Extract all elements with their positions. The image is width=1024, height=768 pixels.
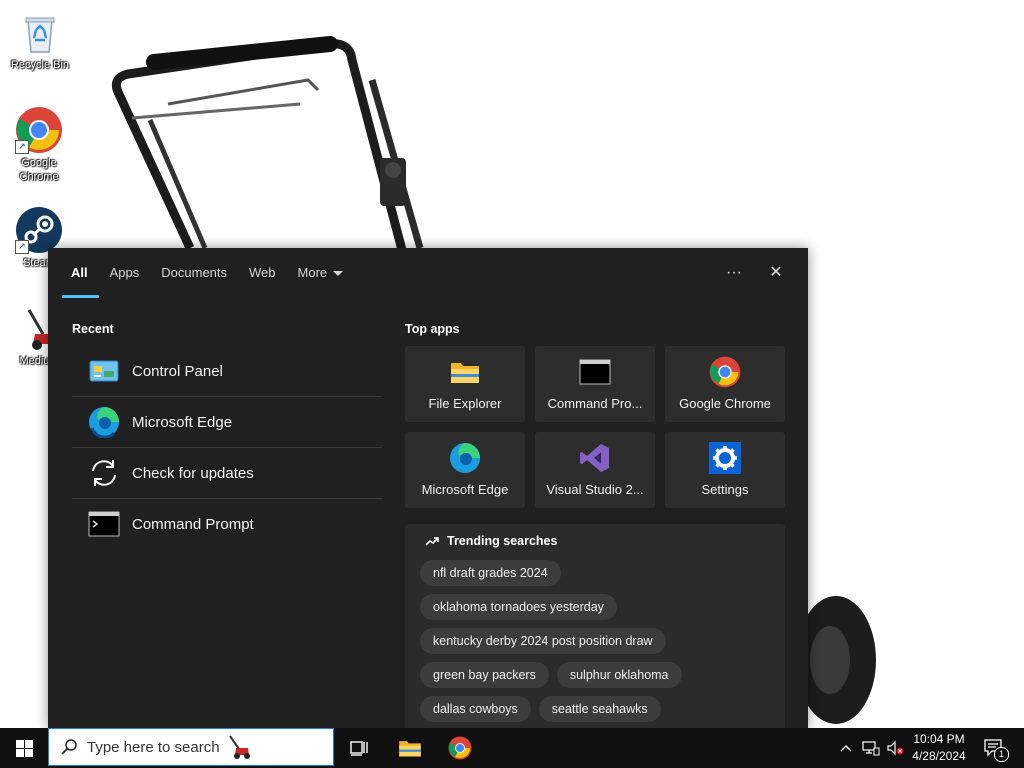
recent-item-label: Command Prompt (132, 515, 254, 533)
steam-icon: ↗ (15, 206, 63, 254)
start-button[interactable] (0, 728, 48, 768)
tab-apps[interactable]: Apps (99, 258, 151, 298)
folder-icon (399, 741, 421, 757)
command-prompt-icon (579, 356, 611, 388)
command-prompt-icon (88, 508, 120, 540)
recent-item-label: Control Panel (132, 362, 223, 380)
sync-icon (88, 457, 120, 489)
taskbar-clock[interactable]: 10:04 PM 4/28/2024 (902, 731, 976, 765)
top-apps-heading: Top apps (405, 322, 460, 336)
control-panel-icon (88, 355, 120, 387)
taskbar-search-box[interactable] (48, 728, 334, 766)
chrome-icon (448, 736, 472, 760)
lawnmower-search-highlight-icon (229, 735, 250, 759)
chrome-icon (709, 356, 741, 388)
chevron-up-icon (840, 745, 852, 752)
trending-chip[interactable]: oklahoma tornadoes yesterday (420, 594, 617, 620)
recent-item-microsoft-edge[interactable]: Microsoft Edge (72, 397, 382, 448)
tab-all[interactable]: All (60, 258, 99, 298)
recent-heading: Recent (72, 322, 114, 336)
taskbar: 10:04 PM 4/28/2024 1 (0, 728, 1024, 768)
recent-item-command-prompt[interactable]: Command Prompt (72, 499, 382, 549)
tab-more[interactable]: More (287, 258, 355, 298)
trending-heading: Trending searches (425, 534, 557, 548)
trending-chip[interactable]: nfl draft grades 2024 (420, 560, 561, 586)
recent-item-control-panel[interactable]: Control Panel (72, 346, 382, 397)
visual-studio-icon (579, 442, 611, 474)
top-apps-grid: File Explorer Command Pro... Google Chro… (405, 346, 785, 508)
app-tile-command-prompt[interactable]: Command Pro... (535, 346, 655, 422)
recent-item-label: Check for updates (132, 464, 254, 482)
folder-icon (449, 356, 481, 388)
notification-count-badge: 1 (994, 747, 1009, 762)
network-icon (862, 741, 880, 756)
close-button[interactable]: ✕ (761, 262, 791, 286)
task-view-icon (350, 741, 368, 756)
gear-icon (709, 442, 741, 474)
search-icon (61, 739, 77, 755)
app-tile-label: Google Chrome (679, 396, 771, 411)
app-tile-visual-studio[interactable]: Visual Studio 2... (535, 432, 655, 508)
clock-date: 4/28/2024 (912, 749, 966, 763)
clock-time: 10:04 PM (913, 732, 965, 746)
edge-icon (449, 442, 481, 474)
chrome-icon: ↗ (15, 106, 63, 154)
recycle-bin-icon (16, 8, 64, 56)
app-tile-microsoft-edge[interactable]: Microsoft Edge (405, 432, 525, 508)
chevron-down-icon (333, 271, 344, 277)
windows-logo-icon (15, 739, 33, 757)
app-tile-label: File Explorer (428, 396, 502, 411)
shortcut-arrow-icon: ↗ (15, 240, 29, 254)
task-view-button[interactable] (336, 728, 384, 768)
tab-web[interactable]: Web (238, 258, 287, 298)
trending-searches-card: Trending searches nfl draft grades 2024 … (405, 524, 785, 728)
app-tile-label: Settings (701, 482, 749, 497)
search-panel: All Apps Documents Web More ··· ✕ Recent… (48, 248, 808, 728)
file-explorer-taskbar-button[interactable] (386, 728, 434, 768)
trending-chip[interactable]: kentucky derby 2024 post position draw (420, 628, 666, 654)
recent-item-check-for-updates[interactable]: Check for updates (72, 448, 382, 499)
app-tile-google-chrome[interactable]: Google Chrome (665, 346, 785, 422)
trending-chip[interactable]: green bay packers (420, 662, 549, 688)
trending-chip[interactable]: sulphur oklahoma (556, 662, 682, 688)
shortcut-arrow-icon: ↗ (15, 140, 29, 154)
network-button[interactable] (860, 728, 882, 768)
more-options-button[interactable]: ··· (719, 262, 749, 286)
show-hidden-icons-button[interactable] (836, 728, 856, 768)
desktop-icon-recycle-bin[interactable]: Recycle Bin (2, 8, 78, 72)
notifications-button[interactable]: 1 (980, 728, 1009, 768)
edge-icon (88, 406, 120, 438)
app-tile-label: Microsoft Edge (421, 482, 509, 497)
app-tile-label: Visual Studio 2... (546, 482, 644, 497)
recent-list: Control Panel Microsoft Edge Check for u… (72, 346, 382, 549)
app-tile-settings[interactable]: Settings (665, 432, 785, 508)
recent-item-label: Microsoft Edge (132, 413, 233, 431)
app-tile-file-explorer[interactable]: File Explorer (405, 346, 525, 422)
search-tabs: All Apps Documents Web More (60, 258, 354, 298)
search-input[interactable] (87, 738, 227, 756)
trending-chip[interactable]: seattle seahawks (538, 696, 661, 722)
trending-chip[interactable]: dallas cowboys (420, 696, 531, 722)
desktop-icon-label: Google Chrome (19, 157, 59, 183)
desktop-icon-label: Recycle Bin (10, 59, 70, 71)
chrome-taskbar-button[interactable] (436, 728, 484, 768)
desktop-icon-google-chrome[interactable]: ↗ Google Chrome (1, 106, 77, 184)
app-tile-label: Command Pro... (547, 396, 643, 411)
tab-documents[interactable]: Documents (150, 258, 238, 298)
trending-chips: nfl draft grades 2024 oklahoma tornadoes… (420, 560, 780, 728)
trending-arrow-icon (425, 537, 439, 546)
